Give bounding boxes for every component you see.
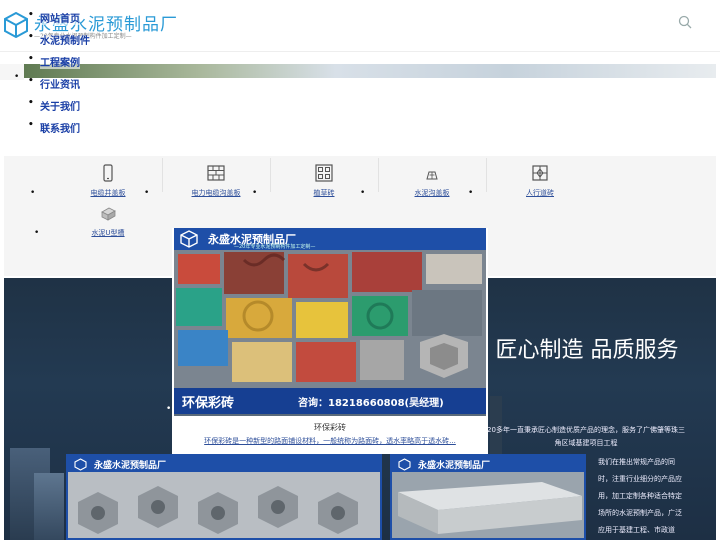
category-item-cement-u-channel[interactable]: 水泥U型槽 [54, 198, 162, 238]
search-icon[interactable] [678, 15, 692, 29]
nav-item-home[interactable]: 网站首页 [28, 10, 90, 32]
category-item-power-cable-trench-cover[interactable]: 电力电缆沟盖板 [162, 158, 270, 198]
brick-wall-icon [207, 165, 225, 181]
cover-slab-photo [392, 472, 584, 538]
bullet: • [14, 72, 20, 82]
product-thumbnail[interactable]: 永盛水泥预制品厂 [66, 454, 382, 540]
featured-product-card[interactable]: 永盛水泥预制品厂 —20年专业水泥预制构件加工定制— 环保彩砖 咨询：18218… [172, 228, 488, 454]
nav-item-about[interactable]: 关于我们 [28, 98, 90, 120]
city-building-image [34, 473, 64, 540]
category-item-grass-brick[interactable]: 植草砖 [270, 158, 378, 198]
cube-logo-icon [180, 230, 198, 248]
image-brand-banner: 永盛水泥预制品厂 [392, 456, 584, 472]
grid-icon [315, 164, 333, 182]
bullet: • [34, 228, 40, 238]
block-icon [101, 207, 116, 221]
cube-logo-icon [398, 458, 411, 471]
category-item-sidewalk-brick[interactable]: 人行道砖 [486, 158, 594, 198]
nav-item-products[interactable]: 水泥预制件 [28, 32, 90, 54]
nav-item-news[interactable]: 行业资讯 [28, 76, 90, 98]
nav-item-contact[interactable]: 联系我们 [28, 120, 90, 142]
product-image: 永盛水泥预制品厂 —20年专业水泥预制构件加工定制— 环保彩砖 咨询：18218… [174, 228, 486, 416]
image-brand-banner: 永盛水泥预制品厂 [68, 456, 380, 472]
banner-edge [0, 64, 24, 80]
about-details: 我们在推出常规产品的同时，注重行业细分的产品应用，加工定制各种适合特定场所的水泥… [598, 458, 682, 534]
image-footer-banner: 环保彩砖 咨询：18218660808(吴经理) [174, 388, 486, 414]
about-title: 匠心制造 品质服务 [495, 338, 679, 363]
image-brand-banner: 永盛水泥预制品厂 —20年专业水泥预制构件加工定制— [174, 228, 486, 250]
product-description-link[interactable]: 环保彩砖是一种新型的路面铺设材料，一般统称为路面砖，透水率略高于透水砖... [172, 436, 488, 446]
nav-item-cases[interactable]: 工程案例 [28, 54, 90, 76]
colored-bricks-photo [174, 250, 486, 388]
about-intro: 20多年一直秉承匠心制造优质产品的理念，服务了广佛肇等珠三角区域基建项目工程 [487, 426, 685, 447]
bullet: • [166, 404, 172, 414]
banner-strip [24, 64, 716, 78]
bullet: • [30, 188, 36, 198]
site-header: 永盛水泥预制品厂 —20年专业水泥预制构件加工定制— [0, 0, 720, 52]
product-name: 环保彩砖 [314, 423, 346, 432]
tile-icon [532, 165, 548, 181]
phone-icon [103, 164, 113, 182]
category-item-cable-well-cover[interactable]: 电缆井盖板 [54, 158, 162, 198]
grass-brick-photo [68, 472, 380, 538]
category-item-cement-trench-cover[interactable]: 水泥沟盖板 [378, 158, 486, 198]
cube-logo-icon [74, 458, 87, 471]
cube-logo-icon [4, 12, 28, 38]
product-thumbnail[interactable]: 永盛水泥预制品厂 [390, 454, 586, 540]
main-nav: 网站首页 水泥预制件 工程案例 行业资讯 关于我们 联系我们 [28, 10, 90, 142]
building-icon [426, 171, 438, 180]
